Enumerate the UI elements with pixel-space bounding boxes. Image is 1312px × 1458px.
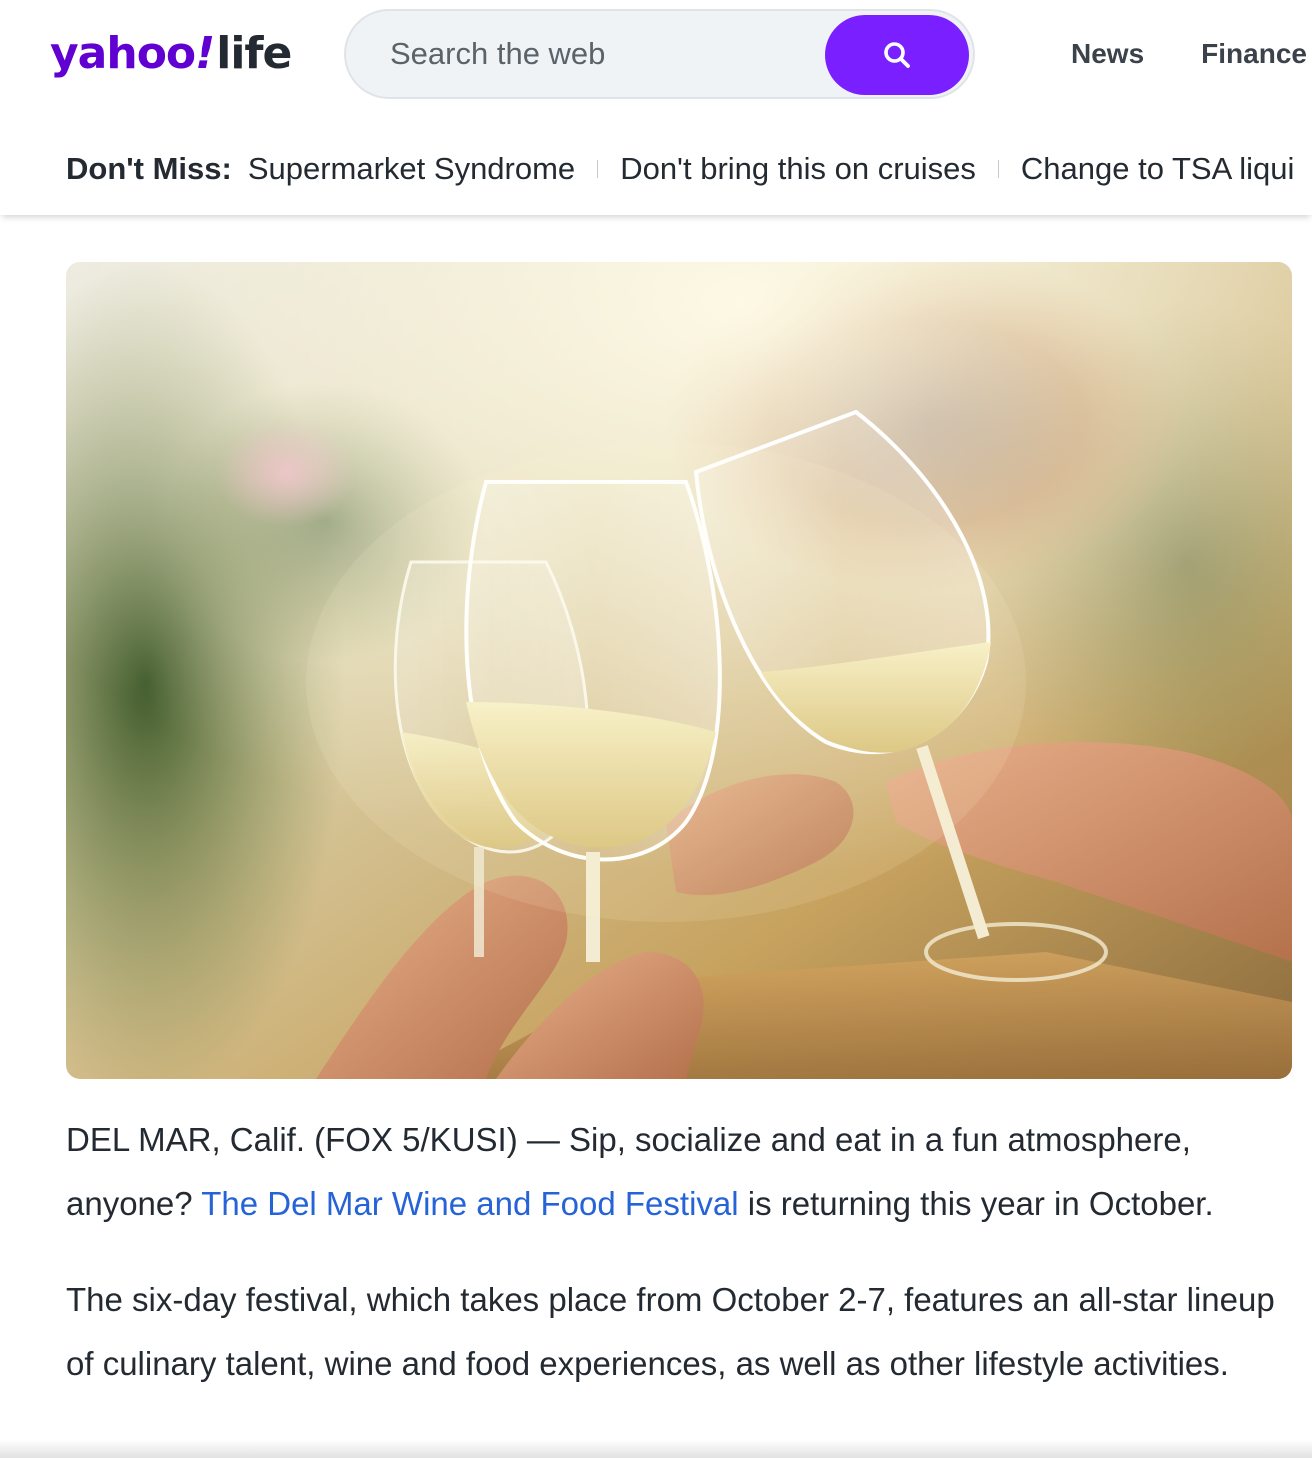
article-paragraph: The six-day festival, which takes place … [66, 1281, 1275, 1382]
site-header: yahoo!life News Finance Don't Miss: Supe… [0, 0, 1312, 215]
dont-miss-label: Don't Miss: [66, 151, 232, 186]
nav-item-finance[interactable]: Finance [1201, 38, 1307, 70]
nav-item-news[interactable]: News [1071, 38, 1144, 70]
yahoo-life-logo[interactable]: yahoo! life [50, 28, 292, 82]
divider [997, 160, 999, 178]
dont-miss-link-cruises[interactable]: Don't bring this on cruises [620, 151, 976, 187]
hero-image [66, 262, 1292, 1079]
festival-link[interactable]: The Del Mar Wine and Food Festival [201, 1185, 738, 1222]
logo-brand: yahoo [50, 28, 196, 79]
divider [597, 160, 599, 178]
article-paragraph: DEL MAR, Calif. (FOX 5/KUSI) — Sip, soci… [66, 1108, 1296, 1236]
search-bar [344, 9, 975, 99]
wine-toast-photo [66, 262, 1292, 1079]
logo-section: life [216, 28, 292, 79]
search-icon [884, 42, 910, 68]
article-body: DEL MAR, Calif. (FOX 5/KUSI) — Sip, soci… [66, 1108, 1296, 1428]
dont-miss-bar: Don't Miss: Supermarket Syndrome Don't b… [66, 147, 1312, 191]
paragraph-end-text: is returning this year in October. [738, 1185, 1214, 1222]
logo-bang: ! [195, 28, 215, 79]
dont-miss-link-supermarket[interactable]: Supermarket Syndrome [248, 151, 575, 187]
top-navigation: News Finance [1071, 38, 1307, 70]
search-input[interactable] [390, 29, 810, 79]
scroll-fade [0, 1440, 1312, 1458]
search-button[interactable] [825, 15, 969, 95]
dont-miss-link-tsa[interactable]: Change to TSA liqui [1021, 151, 1294, 187]
